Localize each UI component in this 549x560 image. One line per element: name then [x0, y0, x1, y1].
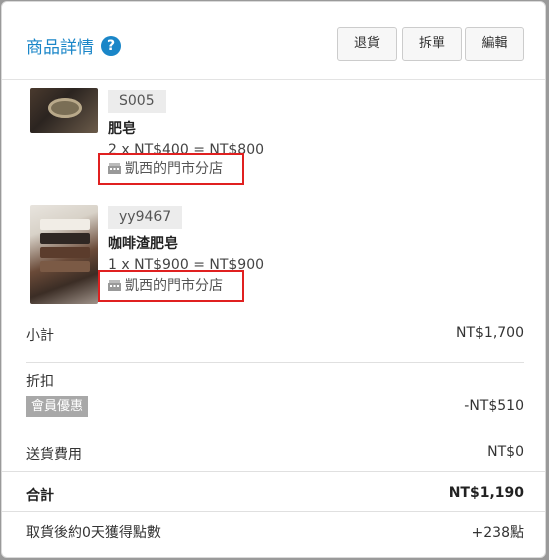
card-title: 商品詳情 [26, 38, 94, 58]
subtotal-label: 小計 [26, 328, 54, 344]
divider [26, 362, 524, 363]
store-name: 凱西的門市分店 [125, 278, 223, 294]
item-store: 凱西的門市分店 [98, 153, 244, 185]
return-button[interactable]: 退貨 [337, 27, 397, 61]
member-discount-badge: 會員優惠 [26, 396, 89, 417]
shipping-value: NT$0 [487, 444, 524, 460]
points-value: +238點 [471, 525, 524, 541]
divider [2, 471, 545, 472]
item-name: 咖啡渣肥皂 [108, 236, 178, 252]
shipping-label: 送貨費用 [26, 447, 82, 463]
card-header: 商品詳情 ? 退貨 拆單 編輯 [2, 2, 545, 80]
store-icon [108, 280, 121, 291]
store-name: 凱西的門市分店 [125, 161, 223, 177]
edit-button[interactable]: 編輯 [465, 27, 524, 61]
split-order-button[interactable]: 拆單 [402, 27, 462, 61]
soap-bars-image [30, 205, 98, 304]
subtotal-value: NT$1,700 [455, 325, 524, 341]
item-sku: yy9467 [108, 206, 183, 229]
points-label: 取貨後約0天獲得點數 [26, 525, 161, 541]
product-details-card: 商品詳情 ? 退貨 拆單 編輯 S005 肥皂 2 x NT$400 = NT$… [1, 1, 546, 558]
divider [2, 511, 545, 512]
store-icon [108, 163, 121, 174]
item-sku: S005 [108, 90, 166, 113]
soap-dish-image [30, 88, 98, 133]
discount-value: -NT$510 [464, 398, 524, 414]
total-value: NT$1,190 [448, 485, 524, 501]
item-name: 肥皂 [108, 121, 136, 137]
total-label: 合計 [26, 488, 54, 504]
help-circle-icon[interactable]: ? [101, 36, 121, 56]
discount-label: 折扣 [26, 374, 54, 390]
item-store: 凱西的門市分店 [98, 270, 244, 302]
